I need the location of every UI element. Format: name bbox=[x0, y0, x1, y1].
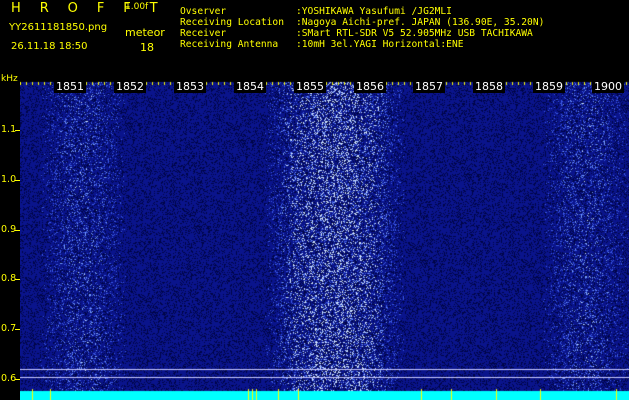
y-tick-mark bbox=[15, 130, 20, 131]
y-tick-mark bbox=[15, 230, 20, 231]
time-label-1900: 1900 bbox=[592, 80, 624, 93]
time-label-1858: 1858 bbox=[473, 80, 505, 93]
y-tick-label: 1.0 bbox=[1, 174, 17, 185]
time-label-1851: 1851 bbox=[54, 80, 86, 93]
y-tick-label: 1.1 bbox=[1, 124, 17, 135]
info-key: Receiving Location bbox=[180, 17, 284, 28]
time-label-1857: 1857 bbox=[413, 80, 445, 93]
meteor-count: 18 bbox=[140, 41, 154, 54]
time-label-1859: 1859 bbox=[533, 80, 565, 93]
info-value: :YOSHIKAWA Yasufumi /JG2MLI bbox=[296, 6, 452, 17]
info-value: :10mH 3el.YAGI Horizontal:ENE bbox=[296, 39, 464, 50]
station-info: Ovserver:YOSHIKAWA Yasufumi /JG2MLI Recei… bbox=[180, 6, 544, 50]
datetime-label: 26.11.18 18:50 bbox=[11, 41, 88, 52]
y-tick-mark bbox=[15, 379, 20, 380]
y-tick-mark bbox=[15, 329, 20, 330]
info-row-antenna: Receiving Antenna :10mH 3el.YAGI Horizont… bbox=[180, 39, 544, 50]
meteor-label: meteor bbox=[125, 26, 165, 39]
info-key: Receiver bbox=[180, 28, 227, 39]
y-tick-mark bbox=[15, 279, 20, 280]
time-label-1852: 1852 bbox=[114, 80, 146, 93]
info-row-location: Receiving Location :Nagoya Aichi-pref. JA… bbox=[180, 17, 544, 28]
info-value: :SMart RTL-SDR V5 52.905MHz USB TACHIKAW… bbox=[296, 28, 533, 39]
info-key: Ovserver bbox=[180, 6, 227, 17]
time-label-1855: 1855 bbox=[294, 80, 326, 93]
filename-label: YY2611181850.png bbox=[9, 22, 108, 33]
header-panel: H R O F F T 1.00f YY2611181850.png meteo… bbox=[0, 0, 629, 78]
info-row-observer: Ovserver :YOSHIKAWA Yasufumi /JG2MLI bbox=[180, 6, 544, 17]
y-tick-label: 0.8 bbox=[1, 273, 17, 284]
info-row-receiver: Receiver :SMart RTL-SDR V5 52.905MHz USB … bbox=[180, 28, 544, 39]
y-tick-label: 0.9 bbox=[1, 224, 17, 235]
time-label-1854: 1854 bbox=[234, 80, 266, 93]
time-label-1853: 1853 bbox=[174, 80, 206, 93]
y-tick-mark bbox=[15, 180, 20, 181]
y-axis-unit: kHz bbox=[1, 74, 18, 84]
version-label: 1.00f bbox=[125, 2, 149, 12]
spectrogram-canvas bbox=[20, 79, 629, 400]
time-label-1856: 1856 bbox=[354, 80, 386, 93]
info-value: :Nagoya Aichi-pref. JAPAN (136.90E, 35.2… bbox=[296, 17, 545, 28]
info-key: Receiving Antenna bbox=[180, 39, 279, 50]
y-tick-label: 0.6 bbox=[1, 373, 17, 384]
y-tick-label: 0.7 bbox=[1, 323, 17, 334]
